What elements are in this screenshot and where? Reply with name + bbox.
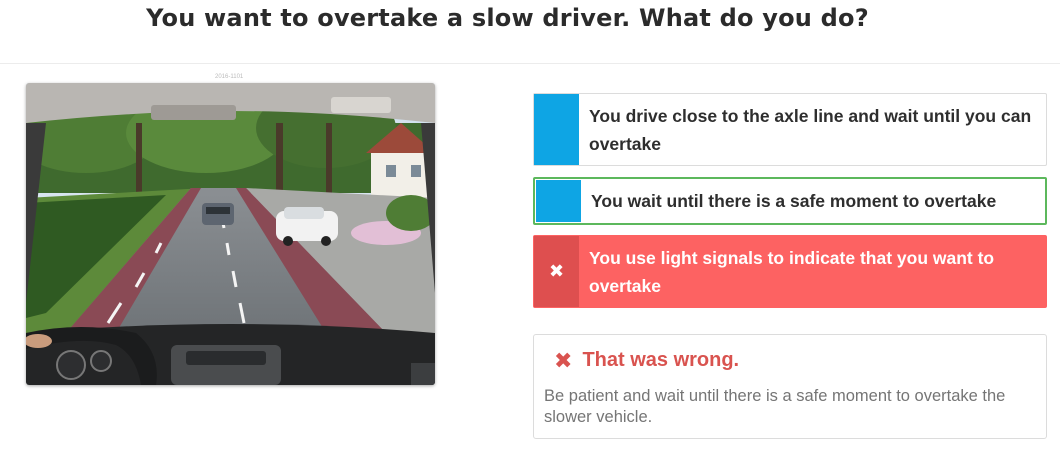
answer-text: You use light signals to indicate that y… — [589, 247, 995, 296]
question-title: You want to overtake a slow driver. What… — [146, 4, 869, 32]
image-caption: 2016-1101 — [215, 74, 244, 80]
feedback-header: ✖ That was wrong. — [554, 349, 739, 372]
answer-marker — [534, 94, 579, 165]
answer-marker — [536, 180, 581, 222]
close-icon: ✖ — [534, 236, 579, 307]
feedback-title: That was wrong. — [582, 349, 740, 371]
feedback-message: Be patient and wait until there is a saf… — [544, 387, 1006, 426]
answer-text: You wait until there is a safe moment to… — [591, 191, 997, 211]
answer-text: You drive close to the axle line and wai… — [589, 105, 1032, 154]
answer-option-3-selected-wrong[interactable]: ✖ You use light signals to indicate that… — [533, 235, 1047, 308]
header-divider — [0, 63, 1060, 64]
answer-option-1[interactable]: You drive close to the axle line and wai… — [533, 93, 1047, 166]
feedback-panel: ✖ That was wrong. Be patient and wait un… — [533, 334, 1047, 439]
answer-option-2-correct[interactable]: You wait until there is a safe moment to… — [533, 177, 1047, 225]
question-image — [26, 83, 435, 385]
close-icon: ✖ — [554, 347, 573, 373]
